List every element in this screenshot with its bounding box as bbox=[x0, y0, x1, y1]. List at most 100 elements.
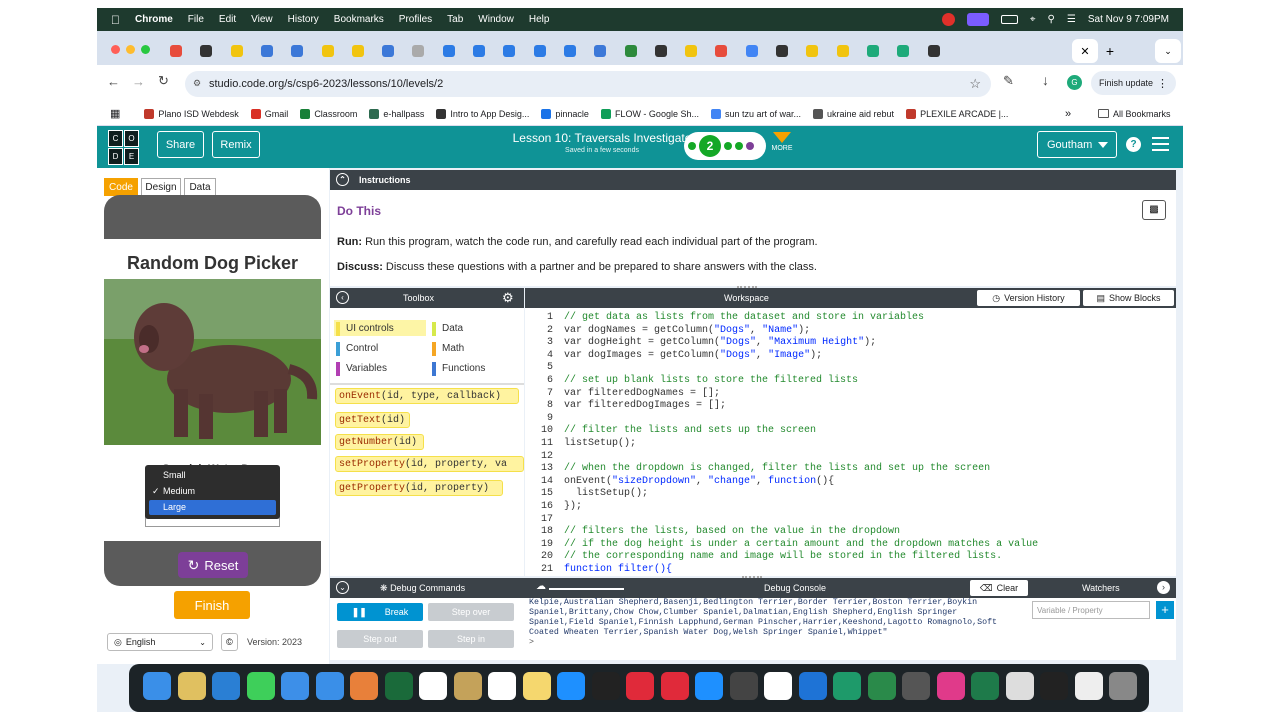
code-line[interactable]: 16}); bbox=[525, 500, 582, 513]
browser-tab[interactable] bbox=[830, 39, 856, 63]
profile-avatar[interactable]: G bbox=[1067, 75, 1082, 90]
dock-app-icon[interactable] bbox=[695, 672, 723, 700]
debug-console-output[interactable]: Kelpie,Australian Shepherd,Basenji,Bedli… bbox=[527, 598, 1027, 660]
apple-icon[interactable]:  bbox=[111, 13, 120, 27]
reload-icon[interactable]: ↻ bbox=[158, 73, 169, 89]
active-tab-close-icon[interactable]: ✕ bbox=[1072, 39, 1098, 63]
line-number[interactable]: 18 bbox=[525, 525, 553, 538]
tab-code[interactable]: Code bbox=[104, 178, 138, 196]
code-line[interactable]: 6 // set up blank lists to store the filt… bbox=[525, 374, 858, 387]
dock-app-icon[interactable] bbox=[143, 672, 171, 700]
download-icon[interactable]: ↓ bbox=[1042, 72, 1049, 88]
dock-app-icon[interactable] bbox=[177, 672, 206, 700]
step-in-button[interactable]: Step in bbox=[428, 630, 514, 648]
level-dot[interactable] bbox=[688, 142, 696, 150]
step-out-button[interactable]: Step out bbox=[337, 630, 423, 648]
close-window-icon[interactable] bbox=[111, 45, 120, 54]
share-button[interactable]: Share bbox=[157, 131, 204, 158]
control-center-icon[interactable]: ☰ bbox=[1067, 14, 1076, 25]
more-levels[interactable]: MORE bbox=[771, 132, 793, 152]
block-getproperty[interactable]: getProperty (id, property) bbox=[335, 480, 503, 496]
dock-app-icon[interactable] bbox=[867, 672, 896, 700]
line-number[interactable]: 14 bbox=[525, 475, 553, 488]
browser-tab[interactable] bbox=[315, 39, 341, 63]
category-math[interactable]: Math bbox=[430, 340, 520, 356]
block-getnumber[interactable]: getNumber (id) bbox=[335, 434, 424, 450]
dock-app-icon[interactable] bbox=[246, 672, 275, 700]
dropdown-option-small[interactable]: Small bbox=[149, 468, 276, 483]
version-history-button[interactable]: ◷ Version History bbox=[977, 290, 1080, 306]
console-prompt[interactable]: > bbox=[529, 638, 534, 647]
code-line[interactable]: 7 var filteredDogNames = []; bbox=[525, 387, 720, 400]
dock-app-icon[interactable] bbox=[350, 672, 378, 700]
code-line[interactable]: 5 bbox=[525, 361, 564, 374]
browser-tab[interactable] bbox=[708, 39, 734, 63]
browser-tab[interactable] bbox=[739, 39, 765, 63]
menu-view[interactable]: View bbox=[251, 14, 273, 25]
copyright-icon[interactable]: © bbox=[221, 633, 238, 651]
dock-app-icon[interactable] bbox=[902, 672, 930, 700]
category-data[interactable]: Data bbox=[430, 320, 520, 336]
browser-tab[interactable] bbox=[345, 39, 371, 63]
browser-tab[interactable] bbox=[436, 39, 462, 63]
block-gettext[interactable]: getText (id) bbox=[335, 412, 410, 428]
bookmark-item[interactable]: FLOW - Google Sh... bbox=[600, 108, 699, 119]
browser-tab[interactable] bbox=[284, 39, 310, 63]
dock-app-icon[interactable] bbox=[281, 672, 309, 700]
line-number[interactable]: 17 bbox=[525, 513, 553, 526]
code-line[interactable]: 17 bbox=[525, 513, 564, 526]
code-line[interactable]: 8 var filteredDogImages = []; bbox=[525, 399, 726, 412]
code-line[interactable]: 2 var dogNames = getColumn("Dogs", "Name"… bbox=[525, 324, 810, 337]
record-icon[interactable] bbox=[941, 13, 955, 26]
browser-tab[interactable] bbox=[678, 39, 704, 63]
bookmark-item[interactable]: ukraine aid rebut bbox=[813, 108, 894, 119]
browser-tab[interactable] bbox=[557, 39, 583, 63]
block-onevent[interactable]: onEvent (id, type, callback) bbox=[335, 388, 519, 404]
browser-tab[interactable] bbox=[648, 39, 674, 63]
code-line[interactable]: 20 // the corresponding name and image wi… bbox=[525, 550, 1002, 563]
dock-app-icon[interactable] bbox=[591, 672, 620, 700]
dock-app-icon[interactable] bbox=[1040, 672, 1068, 700]
new-tab-icon[interactable]: + bbox=[1097, 39, 1123, 63]
dock-app-icon[interactable] bbox=[971, 672, 999, 700]
browser-tab[interactable] bbox=[921, 39, 947, 63]
finish-button[interactable]: Finish bbox=[174, 591, 250, 619]
code-line[interactable]: 9 bbox=[525, 412, 564, 425]
browser-tab[interactable] bbox=[496, 39, 522, 63]
line-number[interactable]: 10 bbox=[525, 424, 553, 437]
code-line[interactable]: 3 var dogHeight = getColumn("Dogs", "Maxi… bbox=[525, 336, 876, 349]
line-number[interactable]: 5 bbox=[525, 361, 553, 374]
clock[interactable]: Sat Nov 9 7:09PM bbox=[1088, 14, 1169, 25]
finish-update-button[interactable]: Finish update ⋮ bbox=[1091, 71, 1176, 95]
line-number[interactable]: 19 bbox=[525, 538, 553, 551]
remix-button[interactable]: Remix bbox=[212, 131, 260, 158]
code-line[interactable]: 10 // filter the lists and sets up the sc… bbox=[525, 424, 816, 437]
code-line[interactable]: 15 listSetup(); bbox=[525, 487, 648, 500]
add-watch-icon[interactable]: + bbox=[1156, 601, 1174, 619]
browser-tab[interactable] bbox=[163, 39, 189, 63]
dock-app-icon[interactable] bbox=[384, 672, 413, 700]
browser-tab[interactable] bbox=[799, 39, 825, 63]
expand-watchers-icon[interactable]: › bbox=[1157, 581, 1170, 594]
line-number[interactable]: 16 bbox=[525, 500, 553, 513]
line-number[interactable]: 4 bbox=[525, 349, 553, 362]
line-number[interactable]: 1 bbox=[525, 311, 553, 324]
menu-bookmarks[interactable]: Bookmarks bbox=[334, 14, 384, 25]
tab-search-icon[interactable]: ⌄ bbox=[1155, 39, 1181, 63]
browser-tab[interactable] bbox=[860, 39, 886, 63]
browser-tab[interactable] bbox=[193, 39, 219, 63]
code-line[interactable]: 1 // get data as lists from the dataset a… bbox=[525, 311, 924, 324]
bookmark-item[interactable]: Gmail bbox=[250, 108, 288, 119]
dropdown-option-medium[interactable]: ✓ Medium bbox=[149, 484, 276, 499]
extensions-icon[interactable]: ✎ bbox=[1003, 73, 1014, 89]
line-number[interactable]: 13 bbox=[525, 462, 553, 475]
dock-app-icon[interactable] bbox=[798, 672, 827, 700]
reset-button[interactable]: ↻ Reset bbox=[178, 552, 248, 578]
code-line[interactable]: 14 onEvent("sizeDropdown", "change", func… bbox=[525, 475, 834, 488]
minimize-window-icon[interactable] bbox=[126, 45, 135, 54]
line-number[interactable]: 7 bbox=[525, 387, 553, 400]
dock-app-icon[interactable] bbox=[833, 672, 861, 700]
bookmark-item[interactable]: pinnacle bbox=[541, 108, 589, 119]
forward-icon[interactable]: → bbox=[132, 74, 145, 89]
code-line[interactable]: 12 bbox=[525, 450, 564, 463]
